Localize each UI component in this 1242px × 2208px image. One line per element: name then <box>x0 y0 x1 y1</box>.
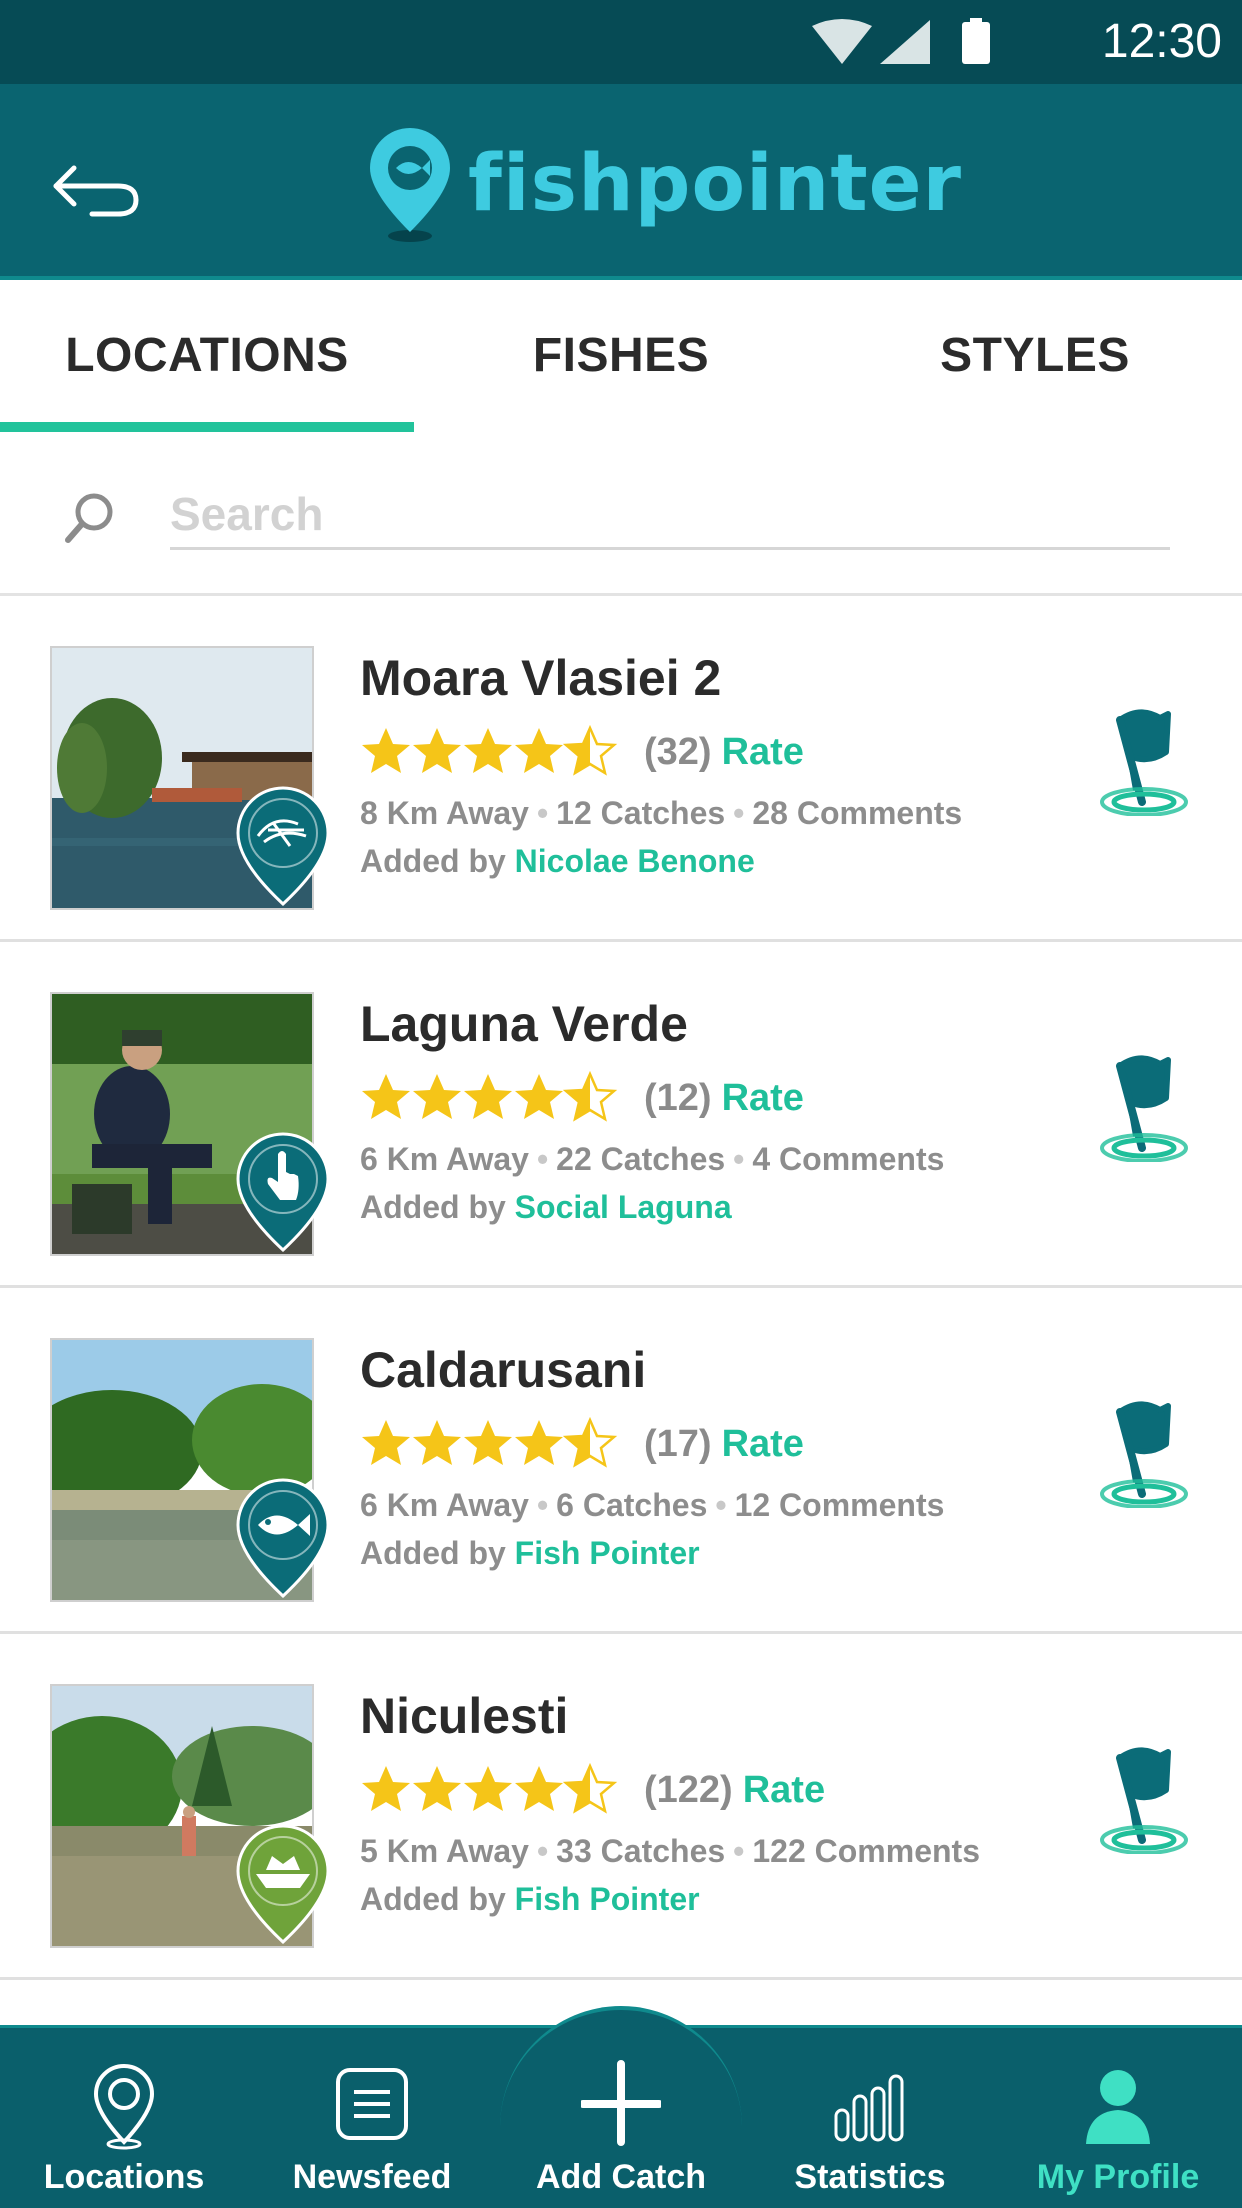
nav-label-my-profile: My Profile <box>1036 2158 1200 2196</box>
nav-add-catch[interactable]: Add Catch <box>497 2028 745 2208</box>
review-count: (32) <box>644 730 712 773</box>
catches-count: 12 Catches <box>556 795 726 831</box>
rating: (122) Rate <box>360 1760 825 1820</box>
user-icon <box>1086 2070 1150 2144</box>
rating: (32) Rate <box>360 722 804 782</box>
star-rating-icon <box>362 724 618 776</box>
wifi-icon <box>812 19 872 64</box>
added-by: Added by Fish Pointer <box>360 1878 700 1920</box>
added-by-label: Added by <box>360 1881 506 1917</box>
flag-location-icon[interactable] <box>1090 1744 1190 1854</box>
tab-bar: LOCATIONS FISHES STYLES <box>0 280 1242 432</box>
location-list: Moara Vlasiei 2 (32) Rate 8 Km Away • 12 C… <box>0 596 1242 1980</box>
rating: (17) Rate <box>360 1414 804 1474</box>
active-tab-indicator <box>0 422 414 432</box>
flag-location-icon[interactable] <box>1090 1398 1190 1508</box>
tab-fishes[interactable]: FISHES <box>414 280 828 432</box>
distance: 5 Km Away <box>360 1833 529 1869</box>
status-time: 12:30 <box>1101 15 1222 68</box>
author-link[interactable]: Fish Pointer <box>515 1881 700 1917</box>
flag-location-icon[interactable] <box>1090 1052 1190 1162</box>
bar-chart-icon <box>834 2074 904 2142</box>
rate-link[interactable]: Rate <box>722 1423 804 1466</box>
star-rating-icon <box>362 1762 618 1814</box>
newsfeed-icon <box>336 2068 408 2140</box>
distance: 6 Km Away <box>360 1141 529 1177</box>
fly-icon <box>236 786 330 907</box>
tab-locations[interactable]: LOCATIONS <box>0 280 414 432</box>
added-by: Added by Nicolae Benone <box>360 840 755 882</box>
comments-count: 122 Comments <box>752 1833 980 1869</box>
catches-count: 6 Catches <box>556 1487 708 1523</box>
location-stats: 6 Km Away • 6 Catches • 12 Comments <box>360 1487 945 1523</box>
added-by-label: Added by <box>360 1189 506 1225</box>
location-name[interactable]: Niculesti <box>360 1684 568 1748</box>
status-bar: 12:30 <box>0 0 1242 84</box>
added-by: Added by Social Laguna <box>360 1186 732 1228</box>
location-stats: 5 Km Away • 33 Catches • 122 Comments <box>360 1833 980 1869</box>
nav-newsfeed[interactable]: Newsfeed <box>248 2028 496 2208</box>
app-logo: fishpointer <box>364 124 961 244</box>
location-row[interactable]: Laguna Verde (12) Rate 6 Km Away • 22 Catc… <box>0 942 1242 1288</box>
nav-my-profile[interactable]: My Profile <box>994 2028 1242 2208</box>
brand-name: fishpointer <box>468 139 962 229</box>
distance: 6 Km Away <box>360 1487 529 1523</box>
signal-icon <box>880 20 930 64</box>
app-bar: fishpointer <box>0 84 1242 280</box>
rate-link[interactable]: Rate <box>743 1769 825 1812</box>
rate-link[interactable]: Rate <box>722 731 804 774</box>
tab-styles[interactable]: STYLES <box>828 280 1242 432</box>
comments-count: 12 Comments <box>734 1487 945 1523</box>
comments-count: 4 Comments <box>752 1141 945 1177</box>
search-input[interactable] <box>170 480 1170 550</box>
location-row[interactable]: Moara Vlasiei 2 (32) Rate 8 Km Away • 12 C… <box>0 596 1242 942</box>
author-link[interactable]: Fish Pointer <box>515 1535 700 1571</box>
fishpointer-logo-icon <box>370 128 450 242</box>
rate-link[interactable]: Rate <box>722 1077 804 1120</box>
nav-statistics[interactable]: Statistics <box>746 2028 994 2208</box>
added-by: Added by Fish Pointer <box>360 1532 700 1574</box>
plus-icon <box>581 2060 661 2146</box>
location-name[interactable]: Caldarusani <box>360 1338 646 1402</box>
added-by-label: Added by <box>360 843 506 879</box>
star-rating-icon <box>362 1070 618 1122</box>
author-link[interactable]: Nicolae Benone <box>515 843 755 879</box>
added-by-label: Added by <box>360 1535 506 1571</box>
author-link[interactable]: Social Laguna <box>515 1189 732 1225</box>
catches-count: 33 Catches <box>556 1833 726 1869</box>
catches-count: 22 Catches <box>556 1141 726 1177</box>
nav-label-add-catch: Add Catch <box>536 2158 706 2196</box>
star-rating-icon <box>362 1416 618 1468</box>
review-count: (122) <box>644 1768 733 1811</box>
nav-label-statistics: Statistics <box>794 2158 946 2196</box>
nav-label-newsfeed: Newsfeed <box>292 2158 452 2196</box>
hand-pointer-icon <box>236 1132 330 1253</box>
distance: 8 Km Away <box>360 795 529 831</box>
status-icons <box>812 18 990 64</box>
rating: (12) Rate <box>360 1068 804 1128</box>
battery-icon <box>962 22 990 64</box>
location-pin-icon <box>93 2063 155 2150</box>
back-arrow-icon[interactable] <box>48 146 148 226</box>
comments-count: 28 Comments <box>752 795 963 831</box>
location-stats: 6 Km Away • 22 Catches • 4 Comments <box>360 1141 945 1177</box>
location-row[interactable]: Niculesti (122) Rate 5 Km Away • 33 Catche… <box>0 1634 1242 1980</box>
fish-icon <box>236 1478 330 1599</box>
location-stats: 8 Km Away • 12 Catches • 28 Comments <box>360 795 963 831</box>
nav-locations[interactable]: Locations <box>0 2028 248 2208</box>
boat-icon <box>236 1824 330 1945</box>
review-count: (12) <box>644 1076 712 1119</box>
location-row[interactable]: Caldarusani (17) Rate 6 Km Away • 6 Catche… <box>0 1288 1242 1634</box>
review-count: (17) <box>644 1422 712 1465</box>
search-bar <box>0 432 1242 596</box>
flag-location-icon[interactable] <box>1090 706 1190 816</box>
location-name[interactable]: Laguna Verde <box>360 992 688 1056</box>
nav-label-locations: Locations <box>43 2158 205 2196</box>
search-icon <box>65 493 113 543</box>
location-name[interactable]: Moara Vlasiei 2 <box>360 646 721 710</box>
